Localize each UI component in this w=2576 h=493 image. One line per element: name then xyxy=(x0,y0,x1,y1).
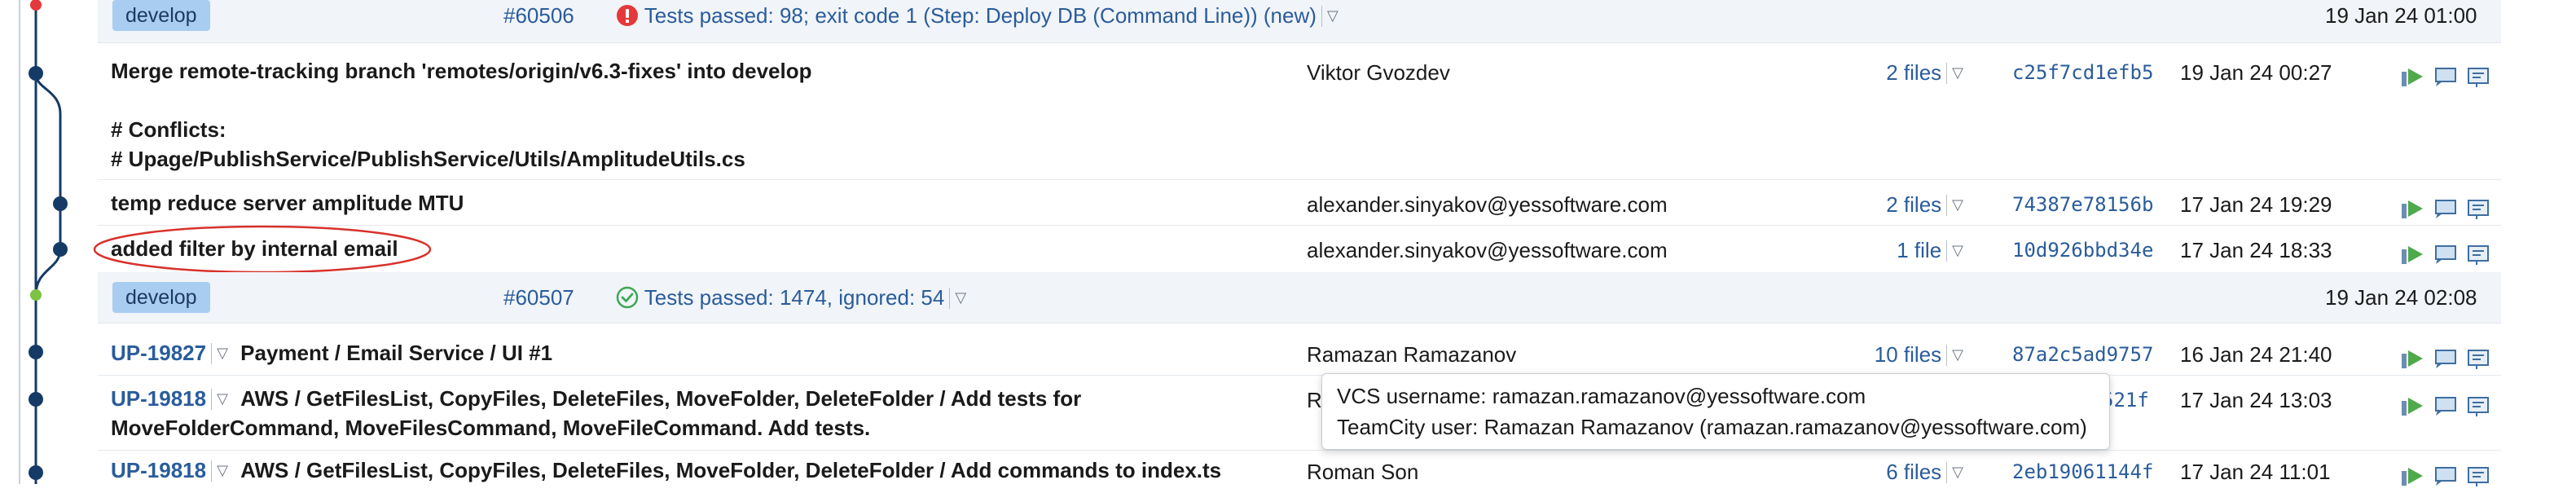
commit-date: 17 Jan 24 19:29 xyxy=(2180,192,2332,217)
commit-message-text: Payment / Email Service / UI #1 xyxy=(240,341,553,365)
changed-files-link[interactable]: 6 files ▽ xyxy=(1825,458,1963,486)
comment-icon[interactable] xyxy=(2435,68,2456,86)
annotation-ellipse xyxy=(93,225,432,274)
changes-details-icon[interactable] xyxy=(2468,245,2489,265)
commit-author: alexander.sinyakov@yessoftware.com xyxy=(1307,238,1668,262)
build-status[interactable]: Tests passed: 98; exit code 1 (Step: Dep… xyxy=(616,2,1339,29)
commit-message-line: Merge remote-tracking branch 'remotes/or… xyxy=(111,59,812,83)
commit-message-line: UP-19818 ▽ AWS / GetFilesList, CopyFiles,… xyxy=(111,456,1221,484)
issue-link[interactable]: UP-19818 xyxy=(111,458,206,482)
chevron-down-icon[interactable]: ▽ xyxy=(1952,458,1963,486)
run-build-icon[interactable] xyxy=(2402,68,2423,86)
chevron-down-icon[interactable]: ▽ xyxy=(1952,341,1963,368)
commit-message-line: # Conflicts: xyxy=(111,117,226,142)
success-check-icon xyxy=(616,286,639,309)
build-status-text: Tests passed: 1474, ignored: 54 xyxy=(644,285,945,310)
run-build-icon[interactable] xyxy=(2402,398,2423,416)
error-circle-icon xyxy=(617,5,638,26)
files-count[interactable]: 2 files xyxy=(1886,192,1941,217)
build-date: 19 Jan 24 01:00 xyxy=(2325,3,2477,28)
row-action-icons xyxy=(2398,391,2496,419)
build-date: 19 Jan 24 02:08 xyxy=(2325,285,2477,310)
graph-node-commit xyxy=(29,66,43,81)
branch-badge[interactable]: develop xyxy=(112,282,210,313)
branch-badge[interactable]: develop xyxy=(112,0,210,31)
commit-message-line: UP-19827 ▽ Payment / Email Service / UI #… xyxy=(111,339,552,367)
chevron-down-icon[interactable]: ▽ xyxy=(217,385,228,412)
commit-message-text: AWS / GetFilesList, CopyFiles, DeleteFil… xyxy=(240,386,1082,411)
commit-message-text: AWS / GetFilesList, CopyFiles, DeleteFil… xyxy=(240,458,1222,482)
build-number-link[interactable]: #60506 xyxy=(503,2,574,29)
commit-message-line: temp reduce server amplitude MTU xyxy=(111,191,464,215)
chevron-down-icon[interactable]: ▽ xyxy=(1327,2,1339,29)
chevron-down-icon[interactable]: ▽ xyxy=(955,284,966,311)
comment-icon[interactable] xyxy=(2435,397,2456,416)
files-count[interactable]: 1 file xyxy=(1897,238,1941,262)
graph-node-commit xyxy=(53,242,68,257)
issue-link[interactable]: UP-19827 xyxy=(111,341,206,365)
chevron-down-icon[interactable]: ▽ xyxy=(217,339,228,367)
row-action-icons xyxy=(2398,461,2496,489)
changed-files-link[interactable]: 2 files ▽ xyxy=(1825,59,1963,86)
run-build-icon[interactable] xyxy=(2402,200,2423,218)
vcs-username-line: VCS username: ramazan.ramazanov@yessoftw… xyxy=(1337,384,1866,408)
changed-files-link[interactable]: 10 files ▽ xyxy=(1825,341,1963,368)
chevron-down-icon[interactable]: ▽ xyxy=(1952,191,1963,218)
graph-node-build-60506 xyxy=(30,0,42,11)
graph-node-build-60507 xyxy=(30,289,42,301)
comment-icon[interactable] xyxy=(2435,200,2456,218)
commit-date: 17 Jan 24 11:01 xyxy=(2180,460,2331,484)
commit-date: 19 Jan 24 00:27 xyxy=(2180,60,2332,85)
comment-icon[interactable] xyxy=(2435,350,2456,368)
changed-files-link[interactable]: 1 file ▽ xyxy=(1825,236,1963,264)
commit-hash-link[interactable]: 74387e78156b xyxy=(2012,191,2153,218)
row-action-icons xyxy=(2398,240,2496,267)
row-action-icons xyxy=(2398,194,2496,222)
commit-author: Viktor Gvozdev xyxy=(1307,60,1450,85)
commit-hash-link[interactable]: 2eb19061144f xyxy=(2012,458,2153,486)
files-count[interactable]: 2 files xyxy=(1886,60,1941,85)
commit-author: alexander.sinyakov@yessoftware.com xyxy=(1307,192,1668,217)
commit-date: 16 Jan 24 21:40 xyxy=(2180,342,2332,367)
graph-node-commit xyxy=(29,392,43,407)
graph-node-commit xyxy=(29,345,43,359)
graph-node-commit xyxy=(29,465,43,480)
commit-message-line: MoveFolderCommand, MoveFilesCommand, Mov… xyxy=(111,416,871,440)
changed-files-link[interactable]: 2 files ▽ xyxy=(1825,191,1963,218)
comment-icon[interactable] xyxy=(2435,467,2456,486)
changes-details-icon[interactable] xyxy=(2468,200,2489,219)
commit-hash-link[interactable]: 10d926bbd34e xyxy=(2012,236,2153,264)
build-row-60507 xyxy=(98,272,2501,324)
issue-link[interactable]: UP-19818 xyxy=(111,386,206,411)
graph-node-commit xyxy=(53,196,68,211)
files-count[interactable]: 10 files xyxy=(1875,342,1941,367)
chevron-down-icon[interactable]: ▽ xyxy=(217,456,228,484)
author-tooltip: VCS username: ramazan.ramazanov@yessoftw… xyxy=(1321,373,2110,450)
row-action-icons xyxy=(2398,62,2496,90)
run-build-icon[interactable] xyxy=(2402,350,2423,368)
commit-author: Roman Son xyxy=(1307,460,1419,484)
commit-date: 17 Jan 24 13:03 xyxy=(2180,388,2332,412)
commit-date: 17 Jan 24 18:33 xyxy=(2180,238,2332,262)
commit-hash-link[interactable]: c25f7cd1efb5 xyxy=(2012,59,2153,86)
chevron-down-icon[interactable]: ▽ xyxy=(1952,236,1963,264)
commit-author[interactable]: Ramazan Ramazanov xyxy=(1307,341,1516,368)
commit-graph xyxy=(19,0,68,484)
run-build-icon[interactable] xyxy=(2402,468,2423,486)
chevron-down-icon[interactable]: ▽ xyxy=(1952,59,1963,86)
comment-icon[interactable] xyxy=(2435,245,2456,264)
build-status-text: Tests passed: 98; exit code 1 (Step: Dep… xyxy=(644,3,1317,28)
commit-hash-link[interactable]: 87a2c5ad9757 xyxy=(2012,341,2153,368)
teamcity-user-line: TeamCity user: Ramazan Ramazanov (ramaza… xyxy=(1337,415,2087,439)
changes-details-icon[interactable] xyxy=(2468,68,2489,87)
row-action-icons xyxy=(2398,344,2496,372)
run-build-icon[interactable] xyxy=(2402,246,2423,264)
commit-message-line: UP-19818 ▽ AWS / GetFilesList, CopyFiles,… xyxy=(111,385,1081,412)
files-count[interactable]: 6 files xyxy=(1886,460,1941,484)
build-number-link[interactable]: #60507 xyxy=(503,284,574,311)
changes-details-icon[interactable] xyxy=(2468,350,2489,369)
changes-details-icon[interactable] xyxy=(2468,397,2489,416)
commit-message-line: # Upage/PublishService/PublishService/Ut… xyxy=(111,147,745,171)
build-status[interactable]: Tests passed: 1474, ignored: 54 ▽ xyxy=(616,284,966,311)
